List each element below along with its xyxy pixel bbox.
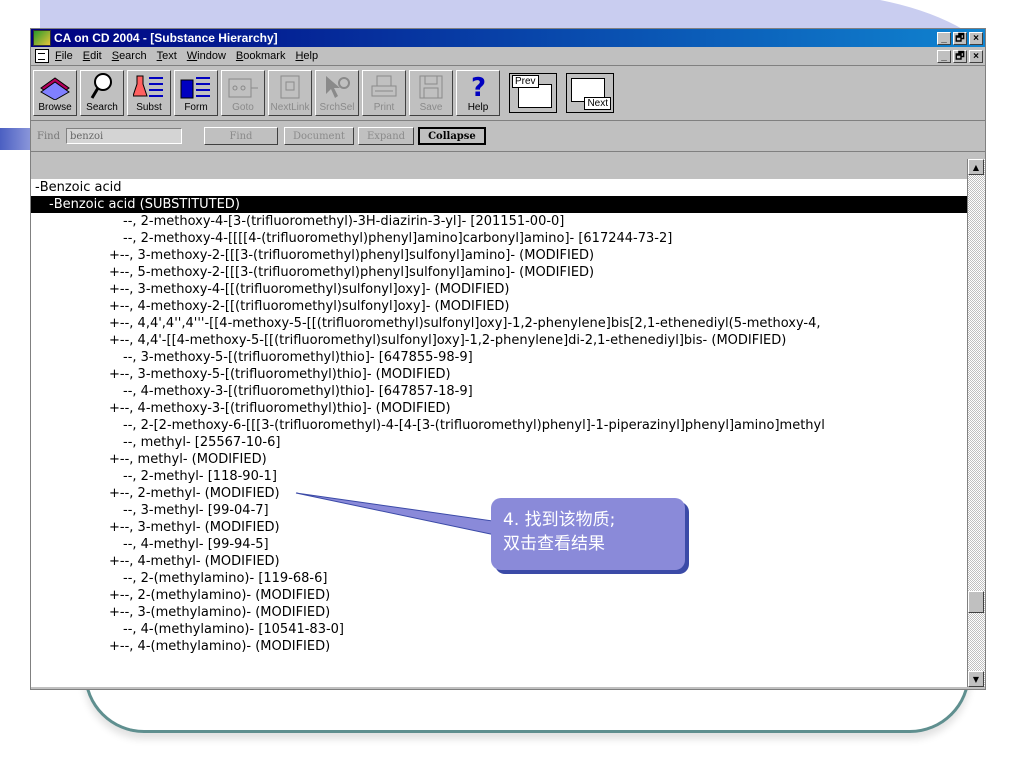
callout-leader [295, 492, 501, 537]
callout-line-1: 4. 找到该物质; [503, 510, 616, 530]
callout-line-2: 双击查看结果 [503, 534, 605, 554]
instruction-callout: 4. 找到该物质; 双击查看结果 [491, 498, 685, 570]
